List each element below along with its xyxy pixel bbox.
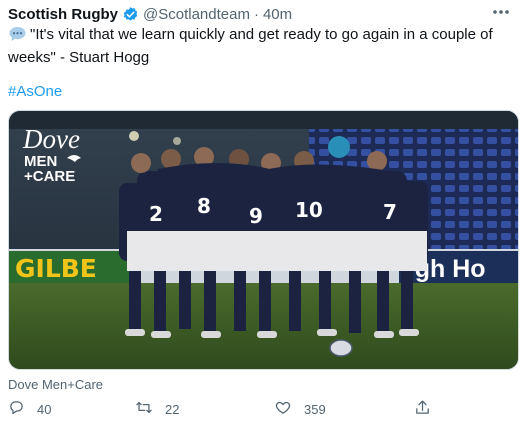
retweet-icon bbox=[135, 399, 153, 419]
sponsor-logo-care: +CARE bbox=[24, 168, 75, 185]
jersey-number: 7 bbox=[383, 200, 397, 224]
rugby-ball bbox=[329, 339, 353, 357]
reply-icon bbox=[8, 399, 25, 419]
retweet-button[interactable]: 22 bbox=[135, 398, 179, 420]
tweet-header: Scottish Rugby @Scotlandteam · 40m bbox=[8, 4, 292, 24]
jersey-number: 9 bbox=[249, 204, 263, 228]
tweet-text: "It's vital that we learn quickly and ge… bbox=[8, 25, 513, 68]
tweet-actions: 40 22 359 bbox=[8, 398, 513, 420]
tweet-card[interactable]: Scottish Rugby @Scotlandteam · 40m "It's… bbox=[0, 0, 522, 427]
like-button[interactable]: 359 bbox=[274, 398, 326, 420]
promoted-by-label[interactable]: Dove Men+Care bbox=[8, 377, 103, 392]
reply-button[interactable]: 40 bbox=[8, 398, 51, 420]
author-name[interactable]: Scottish Rugby bbox=[8, 6, 118, 23]
board-text-left: GILBE bbox=[15, 254, 97, 283]
like-count: 359 bbox=[304, 401, 326, 417]
separator-dot: · bbox=[253, 5, 259, 23]
more-options-icon[interactable] bbox=[490, 4, 512, 20]
reply-count: 40 bbox=[37, 401, 52, 417]
jersey-number: 10 bbox=[295, 198, 323, 222]
retweet-count: 22 bbox=[165, 401, 180, 417]
share-icon bbox=[414, 399, 431, 419]
jersey-number: 2 bbox=[149, 202, 163, 226]
stand-roof bbox=[9, 111, 518, 129]
sponsor-logo-word: Dove bbox=[22, 124, 80, 154]
timestamp[interactable]: 40m bbox=[263, 6, 292, 23]
tweet-media-photo[interactable]: GILBE rgh Ho Dove MEN +CARE 2 8 9 10 7 bbox=[8, 110, 519, 370]
author-handle[interactable]: @Scotlandteam bbox=[143, 6, 250, 23]
floodlight bbox=[129, 131, 139, 141]
heart-icon bbox=[274, 399, 292, 419]
jersey-number: 8 bbox=[197, 194, 211, 218]
hashtag-link[interactable]: #AsOne bbox=[8, 83, 62, 100]
floodlight bbox=[173, 137, 181, 145]
share-button[interactable] bbox=[414, 398, 431, 420]
verified-badge-icon bbox=[122, 6, 139, 23]
speech-bubble-icon bbox=[8, 26, 27, 48]
tweet-quote: "It's vital that we learn quickly and ge… bbox=[8, 26, 493, 66]
